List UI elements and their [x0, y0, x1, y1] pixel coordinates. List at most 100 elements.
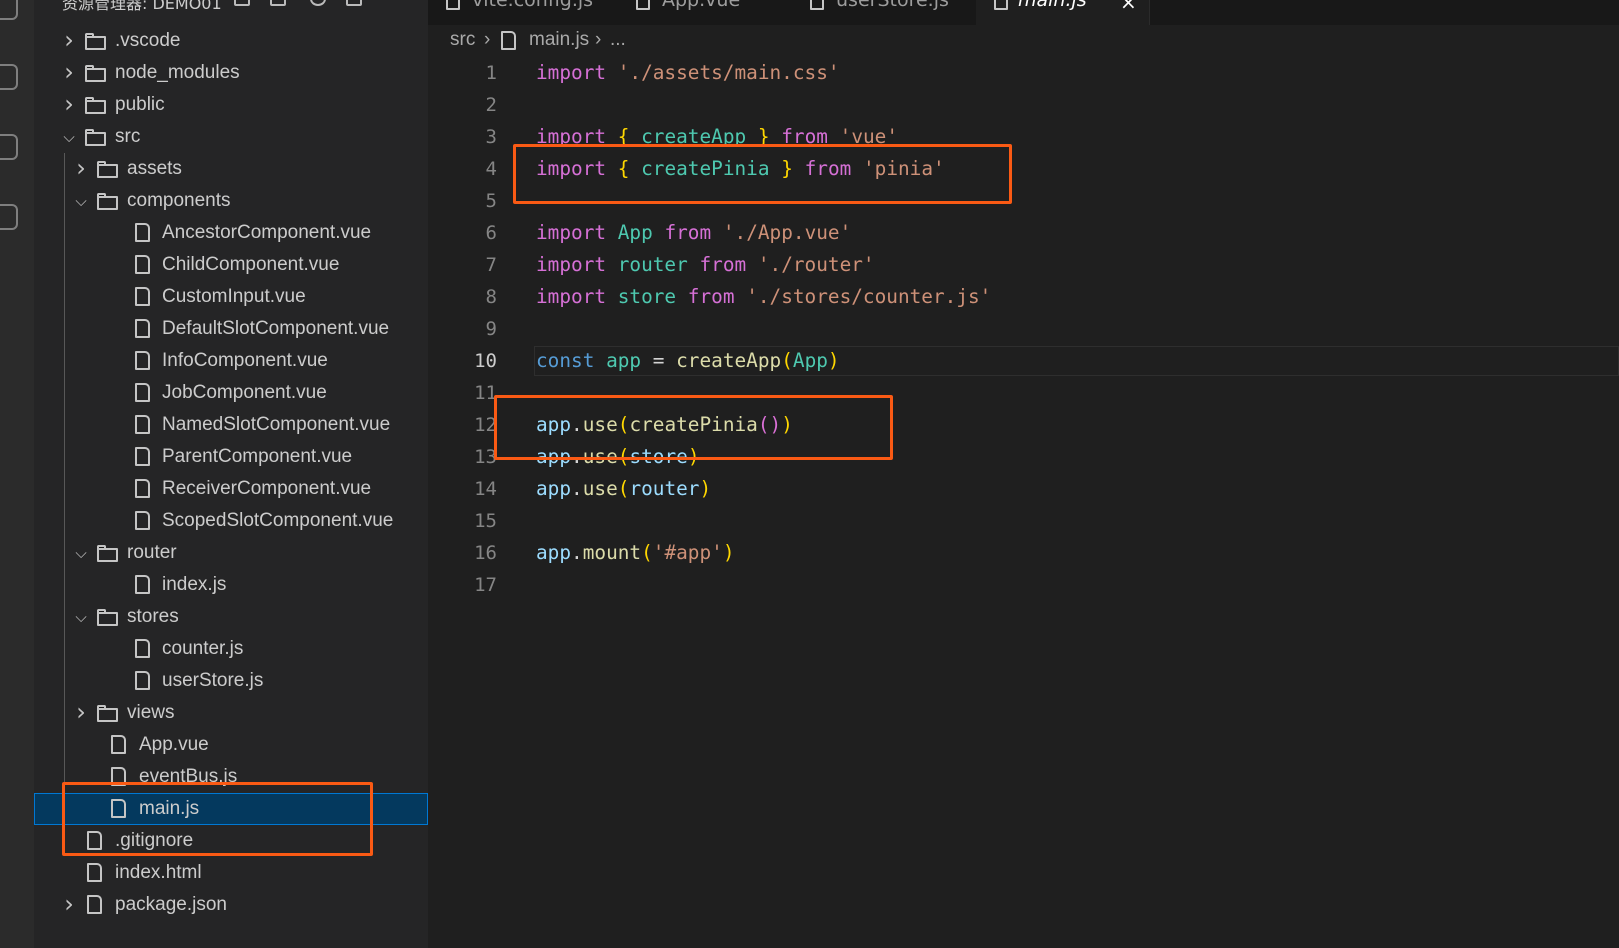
- code-text: app.use(router): [536, 477, 712, 500]
- folder-open-icon: [97, 193, 118, 210]
- tab-userstore-js[interactable]: userStore.js: [792, 0, 977, 25]
- tree-item-index-html[interactable]: index.html: [34, 857, 428, 889]
- folder-icon: [85, 33, 106, 50]
- file-icon: [135, 351, 150, 370]
- code-line[interactable]: 7 import router from './router': [428, 249, 1619, 281]
- more-icon[interactable]: ···: [386, 0, 403, 6]
- code-text: import './assets/main.css': [536, 61, 840, 84]
- tree-item-label: .vscode: [115, 30, 181, 51]
- tab-main-js[interactable]: main.js ×: [976, 0, 1150, 25]
- tab-vite-config-js[interactable]: vite.config.js: [428, 0, 619, 25]
- tree-item-vscode[interactable]: › .vscode: [34, 25, 428, 57]
- file-icon: [994, 0, 1008, 10]
- chevron-right-icon[interactable]: ›: [74, 700, 88, 724]
- tree-item-infocomponent-vue[interactable]: InfoComponent.vue: [34, 345, 428, 377]
- explorer-icon[interactable]: [0, 0, 18, 20]
- chevron-down-icon[interactable]: ⌵: [74, 193, 88, 209]
- file-icon: [501, 31, 516, 50]
- tree-item-label: ReceiverComponent.vue: [162, 478, 372, 499]
- chevron-down-icon[interactable]: ⌵: [62, 129, 76, 145]
- folder-icon: [97, 705, 118, 722]
- code-line[interactable]: 16 app.mount('#app'): [428, 537, 1619, 569]
- tree-item-label: InfoComponent.vue: [162, 350, 328, 371]
- tree-item-parentcomponent-vue[interactable]: ParentComponent.vue: [34, 441, 428, 473]
- code-text: const app = createApp(App): [536, 349, 840, 372]
- chevron-down-icon[interactable]: ⌵: [74, 609, 88, 625]
- tree-item-jobcomponent-vue[interactable]: JobComponent.vue: [34, 377, 428, 409]
- highlight-import-pinia: [513, 144, 1012, 204]
- code-line[interactable]: 6 import App from './App.vue': [428, 217, 1619, 249]
- tree-item-public[interactable]: › public: [34, 89, 428, 121]
- code-line[interactable]: 9: [428, 313, 1619, 345]
- chevron-right-icon[interactable]: ›: [74, 156, 88, 180]
- line-number: 11: [474, 382, 497, 404]
- chevron-right-icon[interactable]: ›: [62, 892, 76, 916]
- tree-item-receivercomponent-vue[interactable]: ReceiverComponent.vue: [34, 473, 428, 505]
- line-number: 16: [474, 542, 497, 564]
- tab-label: userStore.js: [836, 0, 949, 11]
- tree-item-counter-js[interactable]: counter.js: [34, 633, 428, 665]
- line-number: 7: [485, 254, 497, 276]
- line-number: 4: [485, 158, 497, 180]
- line-number: 8: [485, 286, 497, 308]
- tree-item-assets[interactable]: › assets: [34, 153, 428, 185]
- tree-item-router[interactable]: ⌵ router: [34, 537, 428, 569]
- chevron-right-icon[interactable]: ›: [62, 60, 76, 84]
- new-file-icon[interactable]: [234, 0, 250, 6]
- code-text: app.mount('#app'): [536, 541, 735, 564]
- tree-item-label: userStore.js: [162, 670, 264, 691]
- activity-bar: [0, 0, 34, 948]
- breadcrumb-src[interactable]: src: [450, 29, 475, 51]
- breadcrumb: src › main.js ›...: [428, 28, 1619, 56]
- new-folder-icon[interactable]: [270, 0, 286, 6]
- tree-item-stores[interactable]: ⌵ stores: [34, 601, 428, 633]
- file-icon: [135, 639, 150, 658]
- chevron-right-icon[interactable]: ›: [62, 28, 76, 52]
- tree-item-package-json[interactable]: › package.json: [34, 889, 428, 921]
- tree-item-label: public: [115, 94, 165, 115]
- line-number: 10: [474, 350, 497, 372]
- breadcrumb-file[interactable]: main.js: [529, 29, 589, 51]
- tree-item-app-vue[interactable]: App.vue: [34, 729, 428, 761]
- code-line[interactable]: 2: [428, 89, 1619, 121]
- breadcrumb-separator: ›: [595, 29, 602, 50]
- refresh-icon[interactable]: [310, 0, 326, 6]
- tree-item-views[interactable]: › views: [34, 697, 428, 729]
- code-line[interactable]: 1 import './assets/main.css': [428, 57, 1619, 89]
- file-icon: [111, 735, 126, 754]
- line-number: 6: [485, 222, 497, 244]
- tree-item-userstore-js[interactable]: userStore.js: [34, 665, 428, 697]
- tree-item-label: views: [127, 702, 175, 723]
- extensions-icon[interactable]: [0, 64, 18, 90]
- code-line[interactable]: 15: [428, 505, 1619, 537]
- chevron-right-icon[interactable]: ›: [62, 92, 76, 116]
- tree-item-src[interactable]: ⌵ src: [34, 121, 428, 153]
- tools-icon[interactable]: [0, 204, 18, 230]
- tab-app-vue[interactable]: App.vue: [618, 0, 793, 25]
- tree-item-label: index.html: [115, 862, 202, 883]
- tree-item-childcomponent-vue[interactable]: ChildComponent.vue: [34, 249, 428, 281]
- tree-item-index-js[interactable]: index.js: [34, 569, 428, 601]
- chatgpt-icon[interactable]: [0, 134, 18, 160]
- code-line[interactable]: 17: [428, 569, 1619, 601]
- breadcrumb-more[interactable]: ...: [610, 29, 626, 51]
- close-icon[interactable]: ×: [1120, 0, 1137, 14]
- tree-item-label: counter.js: [162, 638, 244, 659]
- collapse-all-icon[interactable]: [346, 0, 362, 6]
- tree-item-defaultslotcomponent-vue[interactable]: DefaultSlotComponent.vue: [34, 313, 428, 345]
- explorer-header: 资源管理器: DEMO01 ···: [34, 0, 428, 18]
- chevron-down-icon[interactable]: ⌵: [74, 545, 88, 561]
- code-line[interactable]: 10 const app = createApp(App): [428, 345, 1619, 377]
- tree-item-ancestorcomponent-vue[interactable]: AncestorComponent.vue: [34, 217, 428, 249]
- tree-item-node-modules[interactable]: › node_modules: [34, 57, 428, 89]
- tree-item-scopedslotcomponent-vue[interactable]: ScopedSlotComponent.vue: [34, 505, 428, 537]
- code-line[interactable]: 14 app.use(router): [428, 473, 1619, 505]
- tab-label: vite.config.js: [472, 0, 594, 11]
- tree-item-custominput-vue[interactable]: CustomInput.vue: [34, 281, 428, 313]
- tree-item-namedslotcomponent-vue[interactable]: NamedSlotComponent.vue: [34, 409, 428, 441]
- line-number: 15: [474, 510, 497, 532]
- tree-item-components[interactable]: ⌵ components: [34, 185, 428, 217]
- tree-item-label: node_modules: [115, 62, 240, 83]
- tree-item-label: ParentComponent.vue: [162, 446, 353, 467]
- code-line[interactable]: 8 import store from './stores/counter.js': [428, 281, 1619, 313]
